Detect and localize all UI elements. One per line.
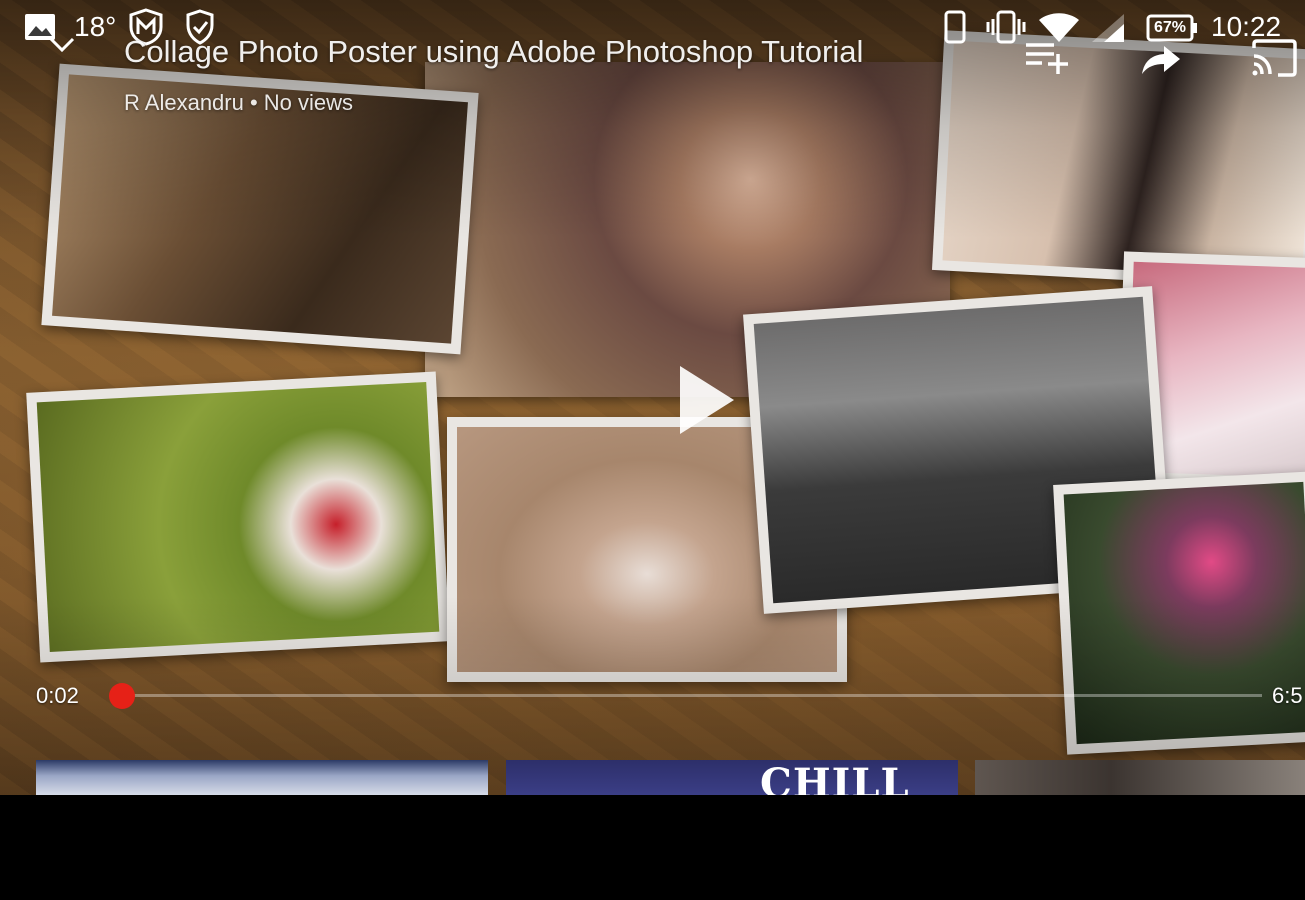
total-time: 6:5 (1272, 683, 1303, 708)
video-title: Collage Photo Poster using Adobe Photosh… (124, 34, 864, 69)
battery-percent: 67% (1153, 19, 1187, 36)
seek-bar[interactable] (109, 683, 1262, 709)
phone-icon (944, 10, 966, 44)
suggested-video-thumbnail[interactable] (975, 760, 1305, 795)
share-icon[interactable] (1140, 44, 1182, 80)
seek-bar-thumb[interactable] (109, 683, 135, 709)
cast-icon[interactable] (1250, 38, 1298, 82)
cellular-signal-icon (1090, 12, 1126, 44)
video-channel-views: R Alexandru • No views (124, 90, 354, 115)
suggested-video-thumbnail[interactable]: CHILL (506, 760, 958, 795)
vibrate-icon (984, 10, 1028, 44)
video-controls-scrim (0, 0, 1305, 795)
temperature: 18° (74, 11, 117, 42)
video-player[interactable] (0, 0, 1305, 795)
screen: 18° 67% 10:22 Collage Photo Poster using… (0, 0, 1305, 900)
suggested-video-thumbnail[interactable] (36, 760, 488, 795)
suggested-videos: CHILL (0, 760, 1305, 795)
play-icon[interactable] (672, 360, 742, 440)
chevron-down-icon[interactable] (48, 36, 76, 58)
thumbnail-caption: CHILL (760, 760, 910, 796)
add-to-playlist-icon[interactable] (1024, 40, 1070, 78)
current-time: 0:02 (36, 683, 79, 708)
